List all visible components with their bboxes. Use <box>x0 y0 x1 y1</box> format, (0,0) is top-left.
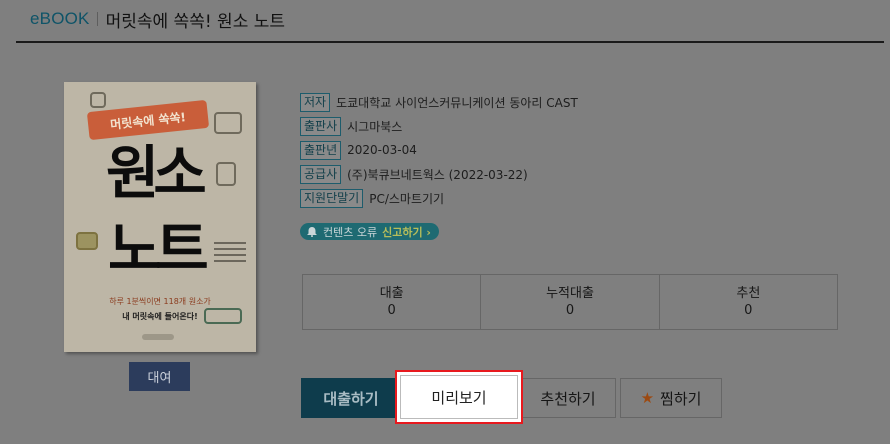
header-underline <box>16 41 884 43</box>
meta-value: 시그마북스 <box>347 119 403 134</box>
book-cover: 머릿속에 쏙쏙! 원소 노트 하루 1분씩이면 118개 원소가 내 머릿속에 … <box>64 82 256 352</box>
stat-label: 누적대출 <box>546 286 594 301</box>
wishlist-label: 찜하기 <box>660 389 702 408</box>
cover-blurb <box>214 242 246 270</box>
page-header: eBOOK 머릿속에 쏙쏙! 원소 노트 <box>30 6 285 32</box>
meta-row-publisher: 출판사 시그마북스 <box>300 114 578 138</box>
stat-loans: 대출 0 <box>303 275 482 329</box>
rent-button[interactable]: 대여 <box>129 362 190 391</box>
stat-value: 0 <box>744 303 753 318</box>
report-error-button[interactable]: 컨텐츠 오류 신고하기 › <box>300 223 439 240</box>
stat-label: 추천 <box>736 286 761 301</box>
meta-value: (주)북큐브네트웍스 (2022-03-22) <box>347 167 528 182</box>
meta-row-pubdate: 출판년 2020-03-04 <box>300 138 578 162</box>
preview-button[interactable]: 미리보기 <box>400 375 518 419</box>
page-title: 머릿속에 쏙쏙! 원소 노트 <box>105 11 286 32</box>
meta-tag: 출판사 <box>300 116 342 136</box>
loan-button[interactable]: 대출하기 <box>301 378 401 418</box>
meta-tag: 공급사 <box>300 164 342 184</box>
meta-value: 도쿄대학교 사이언스커뮤니케이션 동아리 CAST <box>336 95 578 110</box>
stat-cumulative-loans: 누적대출 0 <box>481 275 660 329</box>
element-symbol-icon <box>216 162 236 186</box>
lightbulb-icon <box>90 92 106 108</box>
meta-value: 2020-03-04 <box>347 143 417 157</box>
cover-title-line2: 노트 <box>108 215 209 283</box>
header-divider <box>96 12 98 26</box>
cover-publisher-mark <box>142 334 174 340</box>
cover-subtitle2: 내 머릿속에 들어온다! <box>122 312 198 321</box>
recommend-button[interactable]: 추천하기 <box>520 378 616 418</box>
report-link[interactable]: 신고하기 › <box>382 224 431 240</box>
star-icon: ★ <box>640 389 655 407</box>
category-label: eBOOK <box>30 9 90 28</box>
stat-value: 0 <box>565 303 575 318</box>
bell-icon <box>307 227 317 237</box>
meta-row-supplier: 공급사 (주)북큐브네트웍스 (2022-03-22) <box>300 162 578 186</box>
stats-box: 대출 0 누적대출 0 추천 0 <box>302 274 838 330</box>
cover-title-line1: 원소 <box>106 139 207 207</box>
meta-tag: 지원단말기 <box>300 188 364 208</box>
book-meta: 저자 도쿄대학교 사이언스커뮤니케이션 동아리 CAST 출판사 시그마북스 출… <box>300 90 578 210</box>
meta-value: PC/스마트기기 <box>369 191 445 206</box>
wishlist-button[interactable]: ★ 찜하기 <box>620 378 722 418</box>
meta-row-devices: 지원단말기 PC/스마트기기 <box>300 186 578 210</box>
stat-label: 대출 <box>379 286 404 301</box>
stat-value: 0 <box>387 303 396 318</box>
meta-tag: 저자 <box>300 92 331 112</box>
meta-row-author: 저자 도쿄대학교 사이언스커뮤니케이션 동아리 CAST <box>300 90 578 114</box>
teapot-icon <box>214 112 242 134</box>
sticker-icon <box>76 232 98 250</box>
stat-recommendations: 추천 0 <box>660 275 837 329</box>
report-label: 컨텐츠 오류 <box>323 225 378 239</box>
cover-subtitle1: 하루 1분씩이면 118개 원소가 <box>109 297 211 306</box>
meta-tag: 출판년 <box>300 140 342 160</box>
